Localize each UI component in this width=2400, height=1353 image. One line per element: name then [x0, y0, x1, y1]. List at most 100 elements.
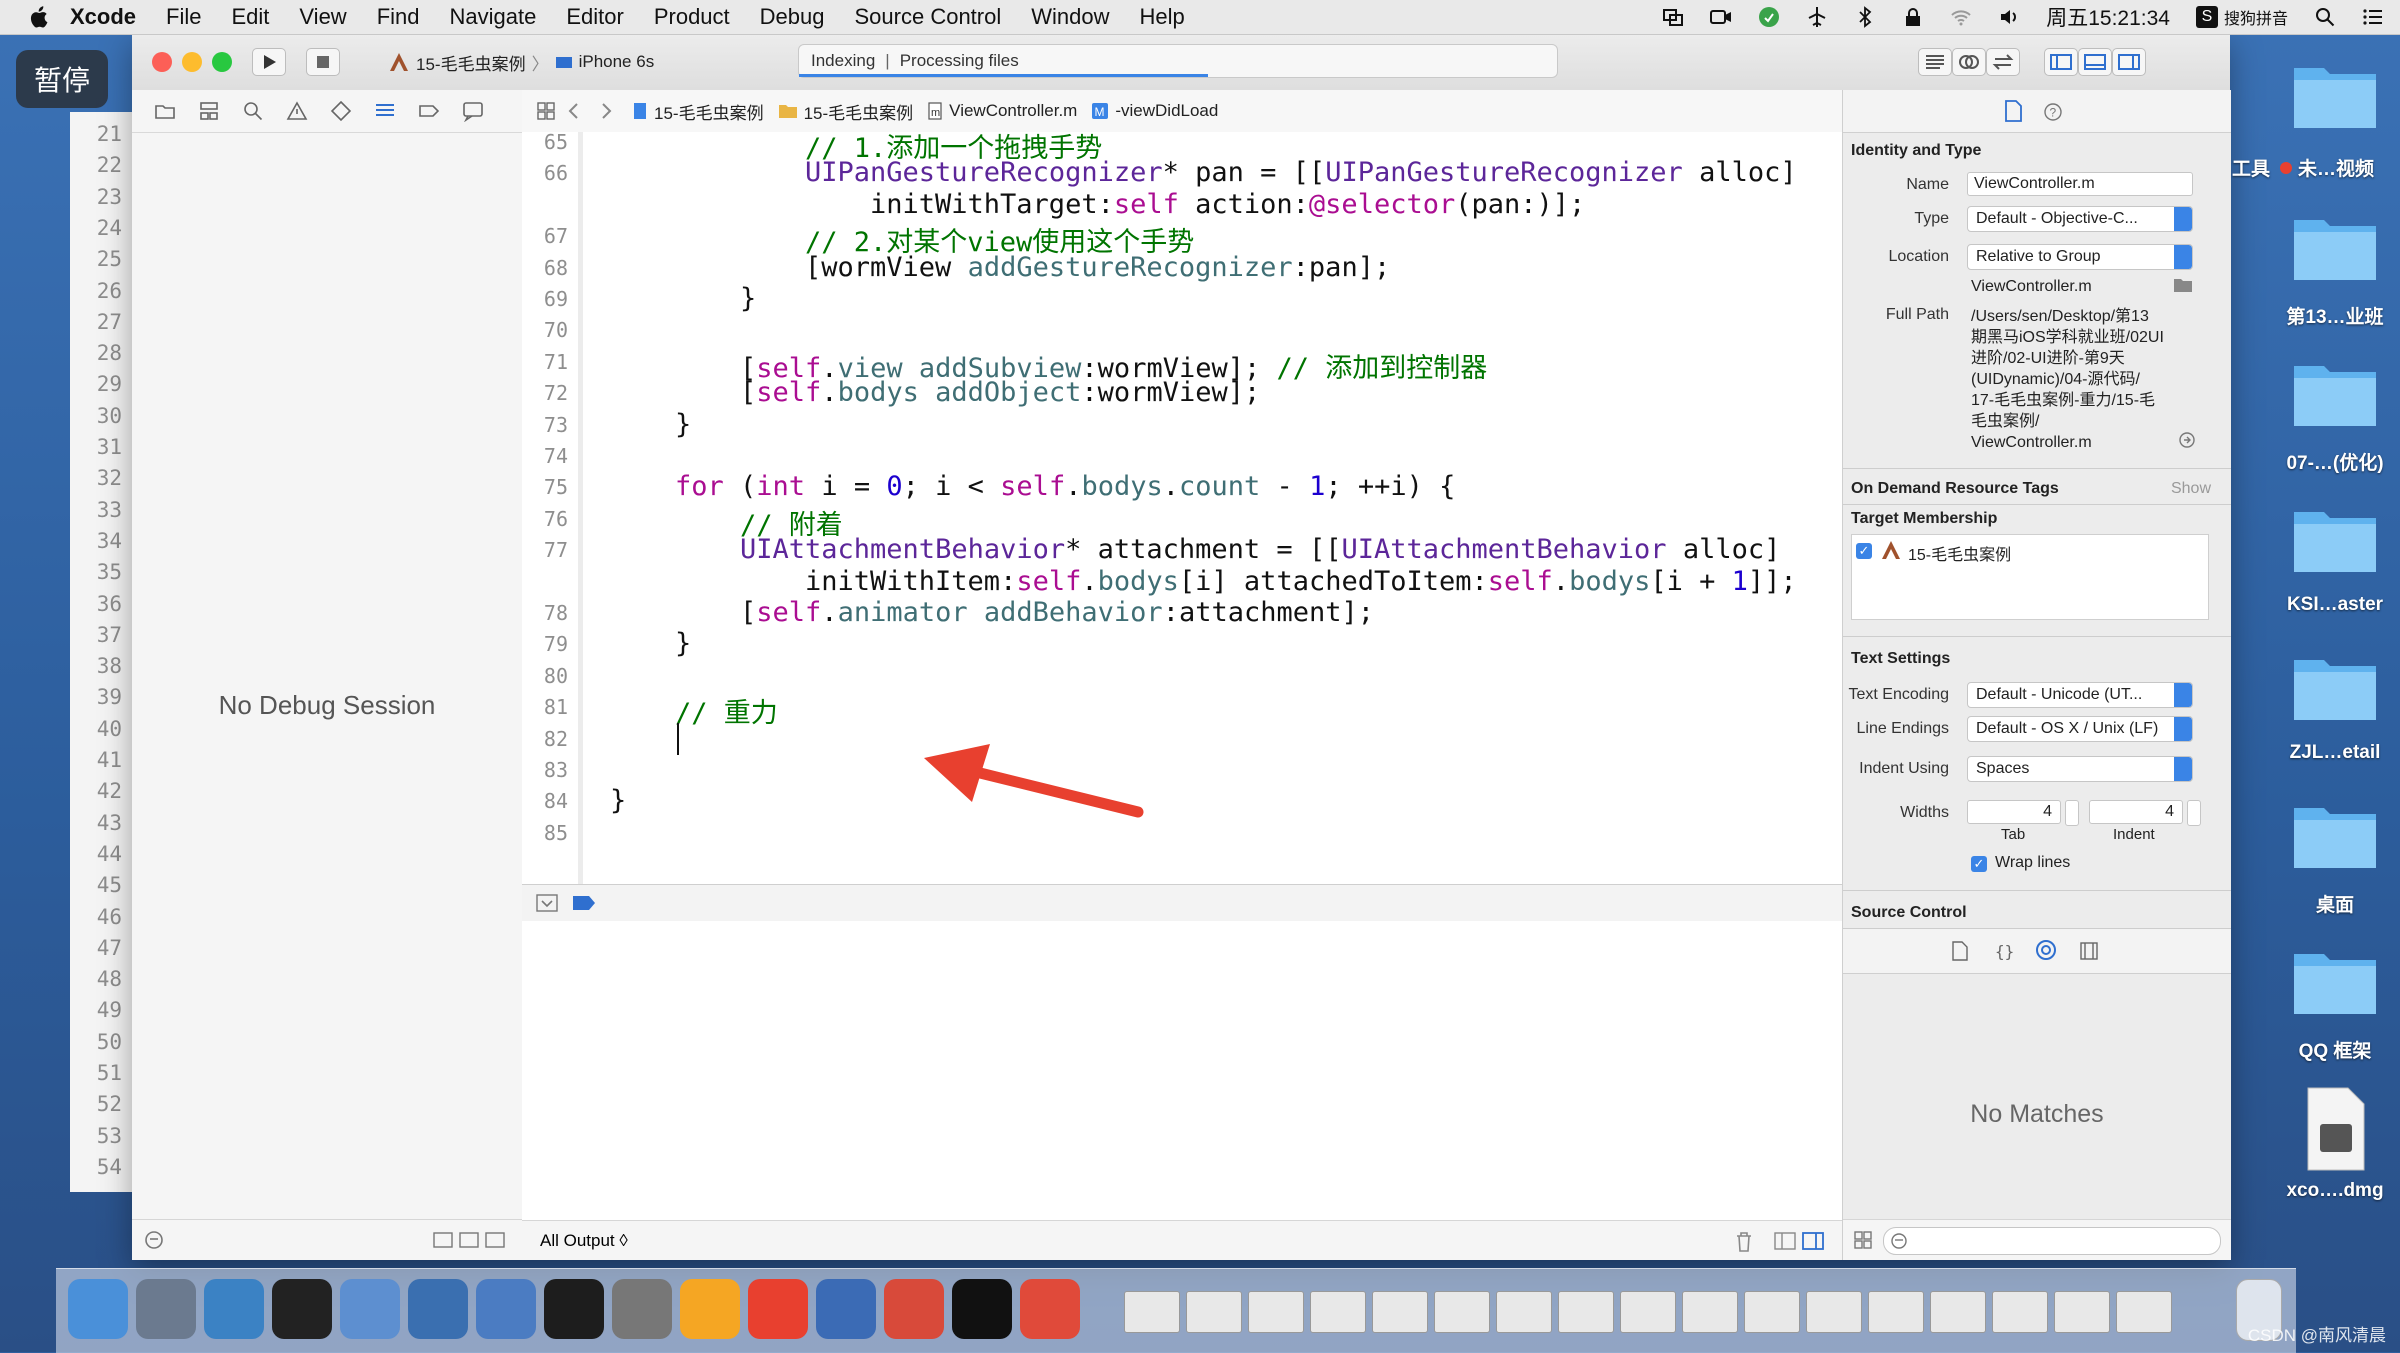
- indent-using-popup[interactable]: Spaces: [1967, 756, 2193, 782]
- related-items-icon[interactable]: [536, 101, 556, 121]
- desktop-folder[interactable]: [2290, 352, 2380, 442]
- file-template-icon[interactable]: [1951, 941, 1969, 961]
- photo-app-icon[interactable]: [340, 1279, 400, 1339]
- desktop-folder[interactable]: [2290, 206, 2380, 296]
- screen-record-icon[interactable]: [1710, 6, 1732, 28]
- apple-icon[interactable]: [28, 6, 48, 28]
- menu-view[interactable]: View: [299, 4, 346, 30]
- line-endings-popup[interactable]: Default - OS X / Unix (LF): [1967, 716, 2193, 742]
- menu-source-control[interactable]: Source Control: [855, 4, 1002, 30]
- text-encoding-popup[interactable]: Default - Unicode (UT...: [1967, 682, 2193, 708]
- menu-navigate[interactable]: Navigate: [450, 4, 537, 30]
- desktop-folder[interactable]: [2290, 794, 2380, 884]
- breadcrumb-group[interactable]: 15-毛毛虫案例: [778, 99, 913, 124]
- menu-file[interactable]: File: [166, 4, 201, 30]
- thread-options-icon[interactable]: [432, 1230, 506, 1250]
- screen-mirror-icon[interactable]: [1662, 6, 1684, 28]
- hierarchy-icon[interactable]: [198, 100, 220, 122]
- airplane-icon[interactable]: [1806, 6, 1828, 28]
- version-editor-button[interactable]: [1986, 48, 2020, 76]
- stop-button[interactable]: [306, 48, 340, 76]
- media-library-icon[interactable]: [2079, 941, 2099, 961]
- minimized-window-icon[interactable]: [1806, 1291, 1862, 1333]
- app-status-icon[interactable]: [1758, 6, 1780, 28]
- report-icon[interactable]: [462, 100, 484, 122]
- tab-width-stepper[interactable]: [2065, 800, 2079, 826]
- type-popup[interactable]: Default - Objective-C...: [1967, 206, 2193, 232]
- minimized-window-icon[interactable]: [1186, 1291, 1242, 1333]
- keynote-icon[interactable]: [476, 1279, 536, 1339]
- minimized-window-icon[interactable]: [1434, 1291, 1490, 1333]
- zoom-window-button[interactable]: [212, 52, 232, 72]
- target-checkbox[interactable]: ✓: [1856, 543, 1872, 559]
- breadcrumb-project[interactable]: 15-毛毛虫案例: [632, 99, 764, 124]
- breakpoint-icon[interactable]: [418, 100, 440, 122]
- breakpoints-toggle-icon[interactable]: [572, 895, 596, 911]
- minimized-window-icon[interactable]: [2116, 1291, 2172, 1333]
- minimized-window-icon[interactable]: [1310, 1291, 1366, 1333]
- reveal-folder-icon[interactable]: [2173, 276, 2193, 294]
- pause-badge[interactable]: 暂停: [16, 50, 108, 108]
- search-icon[interactable]: [242, 100, 264, 122]
- location-popup[interactable]: Relative to Group: [1967, 244, 2193, 270]
- input-method[interactable]: S 搜狗拼音: [2195, 5, 2288, 29]
- desktop-folder[interactable]: [2290, 498, 2380, 588]
- console-area[interactable]: [522, 921, 1842, 1221]
- mouse-app-icon[interactable]: [272, 1279, 332, 1339]
- split-right-icon[interactable]: [1802, 1231, 1824, 1251]
- toggle-debug-area-button[interactable]: [2078, 48, 2112, 76]
- console-app-icon[interactable]: [952, 1279, 1012, 1339]
- powerpoint-icon[interactable]: [748, 1279, 808, 1339]
- grid-view-icon[interactable]: [1853, 1230, 1873, 1250]
- minimized-window-icon[interactable]: [1558, 1291, 1614, 1333]
- quicktime-icon[interactable]: [816, 1279, 876, 1339]
- system-preferences-icon[interactable]: [612, 1279, 672, 1339]
- minimize-window-button[interactable]: [182, 52, 202, 72]
- name-field[interactable]: ViewController.m: [1967, 172, 2193, 196]
- finder-icon[interactable]: [68, 1279, 128, 1339]
- minimized-window-icon[interactable]: [1620, 1291, 1676, 1333]
- folder-icon[interactable]: [154, 100, 176, 122]
- minimized-window-icon[interactable]: [1124, 1291, 1180, 1333]
- toggle-navigator-button[interactable]: [2044, 48, 2078, 76]
- source-editor[interactable]: 65 66 67 68 69 70 71 72 73 74 75 76 77 78 79 80 81 82 83 84…: [522, 132, 1842, 884]
- output-selector[interactable]: All Output ◊: [540, 1231, 628, 1251]
- desktop-folder[interactable]: [2290, 940, 2380, 1030]
- lock-icon[interactable]: [1902, 6, 1924, 28]
- minimized-window-icon[interactable]: [1992, 1291, 2048, 1333]
- code-area[interactable]: // 1.添加一个拖拽手势 UIPanGestureRecognizer* pan…: [578, 132, 1833, 884]
- menu-xcode[interactable]: Xcode: [70, 4, 136, 30]
- warning-icon[interactable]: [286, 100, 308, 122]
- menu-product[interactable]: Product: [654, 4, 730, 30]
- menu-debug[interactable]: Debug: [760, 4, 825, 30]
- minimized-window-icon[interactable]: [1496, 1291, 1552, 1333]
- toggle-utilities-button[interactable]: [2112, 48, 2146, 76]
- trash-icon[interactable]: [1734, 1231, 1754, 1253]
- wifi-icon[interactable]: [1950, 6, 1972, 28]
- debug-navigator-icon[interactable]: [374, 100, 396, 122]
- minimized-window-icon[interactable]: [1682, 1291, 1738, 1333]
- filter-icon[interactable]: [144, 1230, 164, 1250]
- file-inspector-icon[interactable]: [2003, 100, 2023, 122]
- code-snippet-icon[interactable]: {}: [1993, 941, 2013, 961]
- on-demand-show-button[interactable]: Show: [2171, 480, 2211, 498]
- video-app-icon[interactable]: [1020, 1279, 1080, 1339]
- back-arrow-icon[interactable]: [566, 101, 582, 121]
- sketch-icon[interactable]: [680, 1279, 740, 1339]
- desktop-folder[interactable]: [2290, 646, 2380, 736]
- minimized-window-icon[interactable]: [1744, 1291, 1800, 1333]
- minimized-window-icon[interactable]: [1868, 1291, 1924, 1333]
- assistant-editor-button[interactable]: [1952, 48, 1986, 76]
- close-window-button[interactable]: [152, 52, 172, 72]
- launchpad-icon[interactable]: [136, 1279, 196, 1339]
- menu-window[interactable]: Window: [1031, 4, 1109, 30]
- terminal-icon[interactable]: [544, 1279, 604, 1339]
- menu-edit[interactable]: Edit: [231, 4, 269, 30]
- test-diamond-icon[interactable]: [330, 100, 352, 122]
- menu-find[interactable]: Find: [377, 4, 420, 30]
- minimized-window-icon[interactable]: [2054, 1291, 2110, 1333]
- volume-icon[interactable]: [1998, 6, 2020, 28]
- tab-width-field[interactable]: 4: [1967, 800, 2061, 824]
- menu-help[interactable]: Help: [1140, 4, 1185, 30]
- notification-center-icon[interactable]: [2362, 6, 2384, 28]
